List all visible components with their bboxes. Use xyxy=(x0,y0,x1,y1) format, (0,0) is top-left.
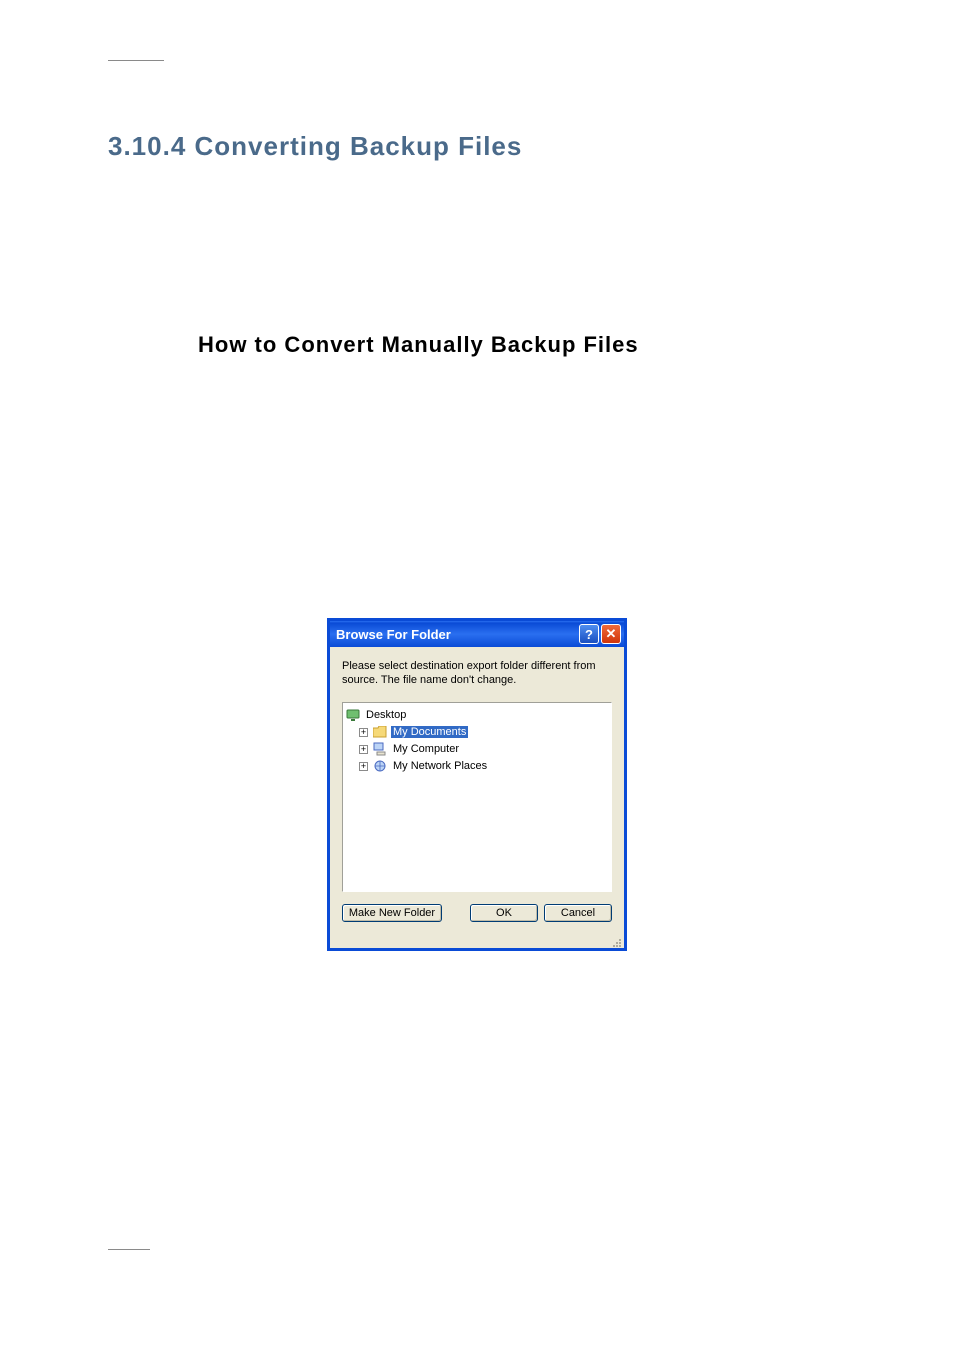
grip-icon xyxy=(610,936,622,948)
folder-tree[interactable]: Desktop + My Documents + xyxy=(342,702,612,892)
cancel-button[interactable]: Cancel xyxy=(544,904,612,922)
close-icon: ✕ xyxy=(606,626,617,642)
tree-label: My Network Places xyxy=(391,760,489,772)
close-button[interactable]: ✕ xyxy=(601,624,621,644)
tree-node-my-computer[interactable]: + My Computer xyxy=(359,741,609,758)
tree-node-desktop[interactable]: Desktop xyxy=(345,707,609,724)
expand-toggle[interactable]: + xyxy=(359,762,368,771)
browse-for-folder-dialog: Browse For Folder ? ✕ Please select dest… xyxy=(327,618,627,951)
dialog-title: Browse For Folder xyxy=(336,627,579,642)
resize-grip[interactable] xyxy=(330,936,624,948)
tree-label: My Documents xyxy=(391,726,468,738)
help-button[interactable]: ? xyxy=(579,624,599,644)
tree-node-my-documents[interactable]: + My Documents xyxy=(359,724,609,741)
desktop-icon xyxy=(345,707,361,723)
ok-button[interactable]: OK xyxy=(470,904,538,922)
expand-toggle[interactable]: + xyxy=(359,745,368,754)
dialog-instruction: Please select destination export folder … xyxy=(342,659,612,688)
section-heading: 3.10.4 Converting Backup Files xyxy=(108,131,846,162)
help-icon: ? xyxy=(585,627,593,642)
network-icon xyxy=(372,758,388,774)
make-new-folder-button[interactable]: Make New Folder xyxy=(342,904,442,922)
dialog-titlebar[interactable]: Browse For Folder ? ✕ xyxy=(330,621,624,647)
folder-icon xyxy=(372,724,388,740)
bottom-rule xyxy=(108,1249,150,1250)
tree-node-my-network-places[interactable]: + My Network Places xyxy=(359,758,609,775)
expand-toggle[interactable]: + xyxy=(359,728,368,737)
tree-label: Desktop xyxy=(364,709,408,721)
sub-heading: How to Convert Manually Backup Files xyxy=(198,332,846,358)
top-rule xyxy=(108,60,164,61)
tree-label: My Computer xyxy=(391,743,461,755)
computer-icon xyxy=(372,741,388,757)
